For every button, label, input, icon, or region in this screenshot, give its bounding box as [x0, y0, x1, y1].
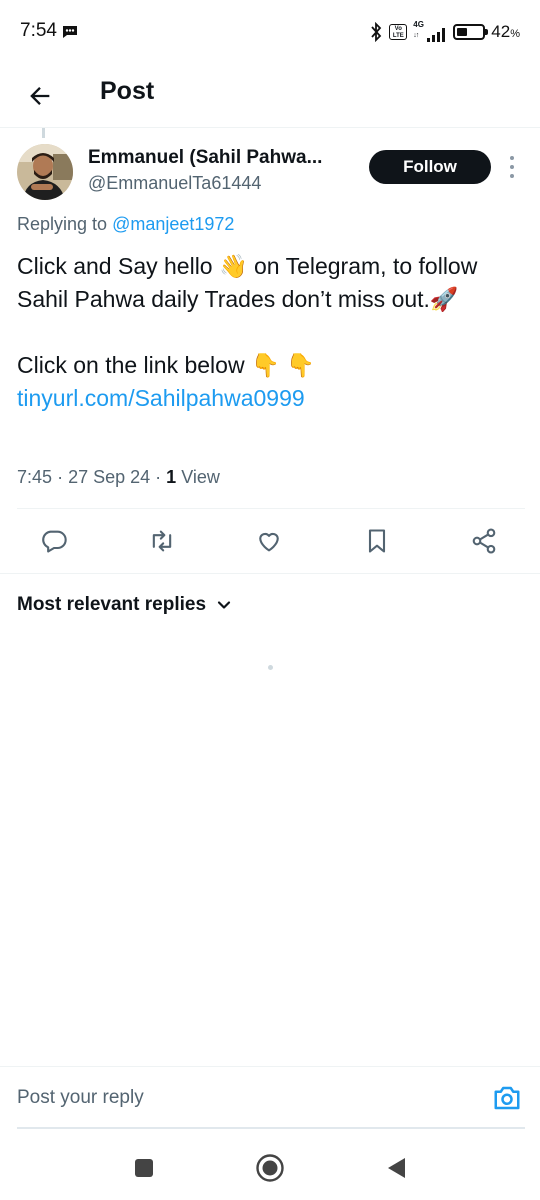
battery-percent: 42%: [491, 22, 520, 42]
author-avatar[interactable]: [17, 144, 73, 200]
page-title: Post: [100, 77, 155, 105]
system-navigation-bar: [0, 1136, 540, 1200]
battery-icon: [453, 24, 489, 40]
divider: [0, 573, 540, 574]
volte-icon: Vo LTE: [389, 24, 408, 40]
bluetooth-icon: [371, 22, 382, 42]
more-vertical-icon-dot: [510, 165, 514, 169]
post-text-paragraph-1: Click and Say hello 👋 on Telegram, to fo…: [17, 253, 484, 312]
data-arrows-icon: ↓↑: [413, 32, 419, 39]
view-count: 1: [166, 467, 177, 487]
follow-button[interactable]: Follow: [369, 150, 491, 184]
like-icon: [259, 532, 279, 552]
like-button[interactable]: [248, 520, 290, 562]
camera-button[interactable]: [490, 1083, 524, 1113]
reply-sort-dropdown[interactable]: Most relevant replies: [17, 594, 232, 616]
status-bar: 7:54 Vo LTE 4G ↓↑ 42%: [0, 0, 540, 64]
loading-indicator: [268, 665, 273, 670]
reply-input-underline: [17, 1127, 525, 1129]
divider: [17, 508, 525, 509]
post-date: 27 Sep 24: [68, 467, 151, 487]
back-arrow-icon: [30, 87, 50, 105]
share-button[interactable]: [463, 520, 505, 562]
status-indicators: Vo LTE 4G ↓↑ 42%: [369, 18, 520, 46]
author-handle[interactable]: @EmmanuelTa61444: [88, 173, 261, 194]
bookmark-icon: [368, 529, 386, 553]
more-options-button[interactable]: [500, 150, 524, 184]
battery-percent-sign: %: [510, 28, 520, 40]
share-icon: [472, 528, 496, 554]
signal-indicator: 4G ↓↑: [413, 20, 447, 44]
more-vertical-icon: [510, 156, 514, 160]
battery-percent-value: 42: [491, 22, 511, 41]
chevron-down-icon: [217, 601, 231, 609]
top-app-bar: Post: [0, 64, 540, 128]
reply-composer: [0, 1066, 540, 1128]
back-button[interactable]: [18, 74, 62, 118]
reply-icon: [42, 530, 67, 553]
post-text: Click and Say hello 👋 on Telegram, to fo…: [17, 250, 522, 415]
repost-button[interactable]: [141, 520, 183, 562]
repost-icon: [152, 530, 172, 552]
status-time: 7:54: [20, 20, 57, 41]
signal-bars-icon: [427, 28, 446, 42]
nav-home-icon: [256, 1154, 284, 1182]
nav-back-icon: [388, 1158, 405, 1178]
more-vertical-icon-dot: [510, 174, 514, 178]
post-text-paragraph-2: Click on the link below 👇 👇: [17, 352, 315, 378]
meta-separator: ·: [155, 467, 167, 487]
replying-handle-link[interactable]: @manjeet1972: [112, 214, 234, 234]
camera-icon: [494, 1086, 520, 1110]
post-actions: [0, 520, 540, 562]
post-link[interactable]: tinyurl.com/Sahilpahwa0999: [17, 385, 305, 411]
network-type: 4G: [413, 20, 424, 29]
reply-button[interactable]: [33, 520, 75, 562]
reply-input[interactable]: [17, 1081, 457, 1115]
nav-recents-icon: [135, 1159, 153, 1177]
replying-to: Replying to @manjeet1972: [17, 214, 234, 235]
meta-separator: ·: [57, 467, 69, 487]
nav-recents-button[interactable]: [124, 1150, 164, 1186]
reply-sort-label: Most relevant replies: [17, 594, 207, 615]
nav-home-button[interactable]: [250, 1150, 290, 1186]
author-name[interactable]: Emmanuel (Sahil Pahwa...: [88, 147, 353, 169]
bookmark-button[interactable]: [356, 520, 398, 562]
battery-fill: [457, 28, 468, 36]
view-label: View: [181, 467, 220, 487]
post-meta: 7:45 · 27 Sep 24 · 1 View: [17, 467, 220, 488]
thread-connector-line: [42, 128, 45, 138]
post-time: 7:45: [17, 467, 53, 487]
nav-back-button[interactable]: [376, 1150, 416, 1186]
message-notification-icon: [63, 26, 77, 38]
avatar-image: [17, 144, 73, 200]
replying-prefix: Replying to: [17, 214, 108, 234]
